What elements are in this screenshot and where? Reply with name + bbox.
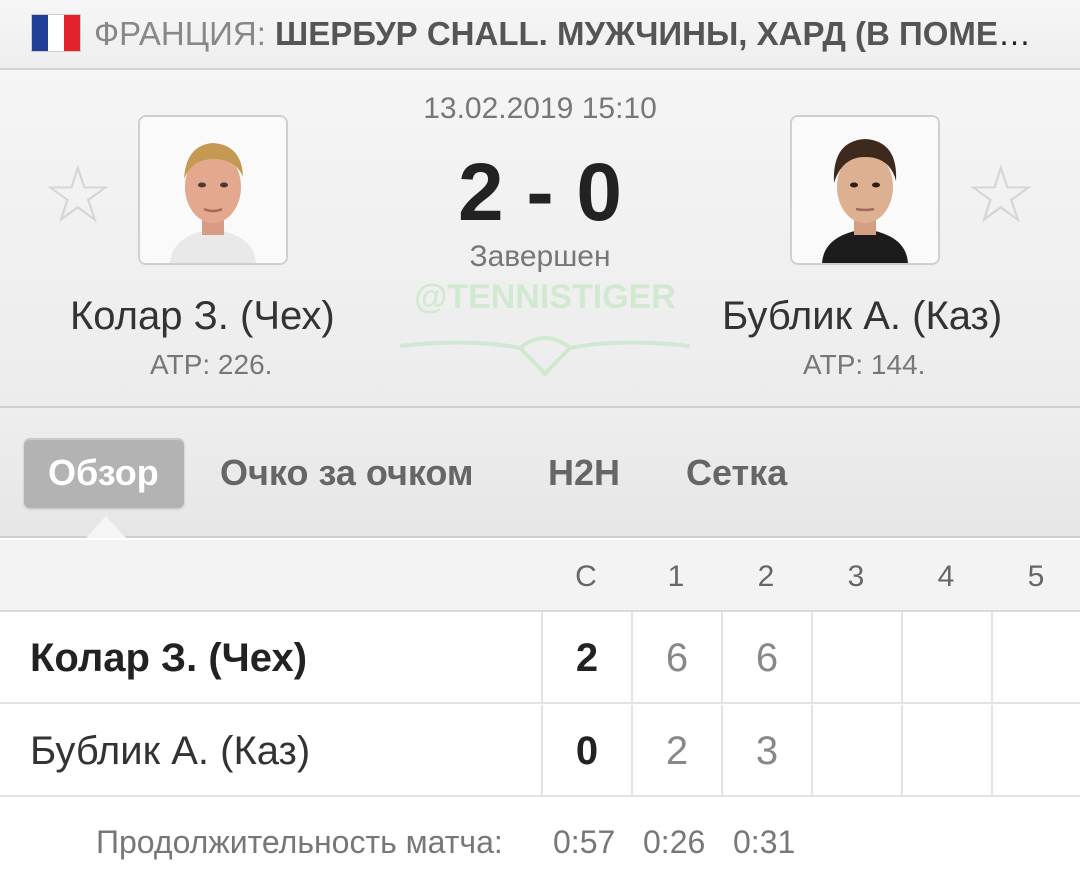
duration-set-2: 0:31 bbox=[733, 824, 796, 860]
duration-total: 0:57 bbox=[553, 824, 616, 860]
svg-text:@TENNISTIGER: @TENNISTIGER bbox=[414, 278, 676, 316]
set-4-score bbox=[901, 705, 991, 795]
column-header-set-5: 5 bbox=[1027, 560, 1045, 593]
away-player-rank: ATP: 144. bbox=[803, 349, 926, 380]
france-flag-icon bbox=[32, 15, 80, 51]
column-header-set-4: 4 bbox=[937, 560, 955, 593]
watermark-logo: @TENNISTIGER bbox=[400, 278, 690, 378]
row-player-name[interactable]: Колар З. (Чех) bbox=[30, 612, 307, 704]
row-player-name[interactable]: Бублик А. (Каз) bbox=[30, 705, 310, 797]
away-player-photo bbox=[790, 115, 940, 265]
set-4-score bbox=[901, 612, 991, 702]
duration-label: Продолжительность матча: bbox=[96, 824, 503, 860]
tab-draw[interactable]: Сетка bbox=[686, 438, 787, 508]
set-5-score bbox=[991, 612, 1080, 702]
score-table-header: С 1 2 3 4 5 bbox=[0, 540, 1080, 612]
tab-overview[interactable]: Обзор bbox=[24, 438, 184, 508]
set-2-score: 3 bbox=[721, 705, 811, 795]
column-header-set-3: 3 bbox=[847, 560, 865, 593]
column-header-set-2: 2 bbox=[757, 560, 775, 593]
country-label: ФРАНЦИЯ: bbox=[94, 15, 276, 52]
home-player-rank: ATP: 226. bbox=[150, 349, 273, 380]
set-1-score: 6 bbox=[631, 612, 721, 702]
home-player-name[interactable]: Колар З. (Чех) bbox=[70, 292, 335, 340]
match-duration: Продолжительность матча: 0:57 0:26 0:31 bbox=[0, 818, 1080, 868]
set-2-score: 6 bbox=[721, 612, 811, 702]
row-total-sets: 0 bbox=[541, 705, 631, 795]
tournament-title: ФРАНЦИЯ: ШЕРБУР CHALL. МУЖЧИНЫ, ХАРД (В … bbox=[94, 14, 1054, 54]
table-row: Колар З. (Чех) 2 6 6 bbox=[0, 612, 1080, 704]
tab-point-by-point[interactable]: Очко за очком bbox=[220, 438, 474, 508]
set-3-score bbox=[811, 705, 901, 795]
match-summary: ☆ Колар З. (Чех) ATP: 226. 13.02.2019 15… bbox=[0, 70, 1080, 408]
active-tab-pointer bbox=[86, 516, 126, 538]
column-header-set-1: 1 bbox=[667, 560, 685, 593]
favorite-star-icon[interactable]: ☆ bbox=[965, 155, 1037, 235]
tab-h2h[interactable]: H2H bbox=[548, 438, 620, 508]
tournament-name: ШЕРБУР CHALL. МУЖЧИНЫ, ХАРД (В ПОМЕЩ... bbox=[275, 15, 1054, 52]
table-row: Бублик А. (Каз) 0 2 3 bbox=[0, 705, 1080, 797]
away-player-name[interactable]: Бублик А. (Каз) bbox=[722, 292, 1002, 340]
set-5-score bbox=[991, 705, 1080, 795]
set-1-score: 2 bbox=[631, 705, 721, 795]
player-avatar-icon bbox=[792, 117, 938, 263]
match-tabs: Обзор Очко за очком H2H Сетка bbox=[0, 408, 1080, 538]
column-header-sets: С bbox=[575, 560, 597, 593]
duration-set-1: 0:26 bbox=[643, 824, 706, 860]
row-total-sets: 2 bbox=[541, 612, 631, 702]
set-3-score bbox=[811, 612, 901, 702]
tournament-header[interactable]: ФРАНЦИЯ: ШЕРБУР CHALL. МУЖЧИНЫ, ХАРД (В … bbox=[0, 0, 1080, 70]
